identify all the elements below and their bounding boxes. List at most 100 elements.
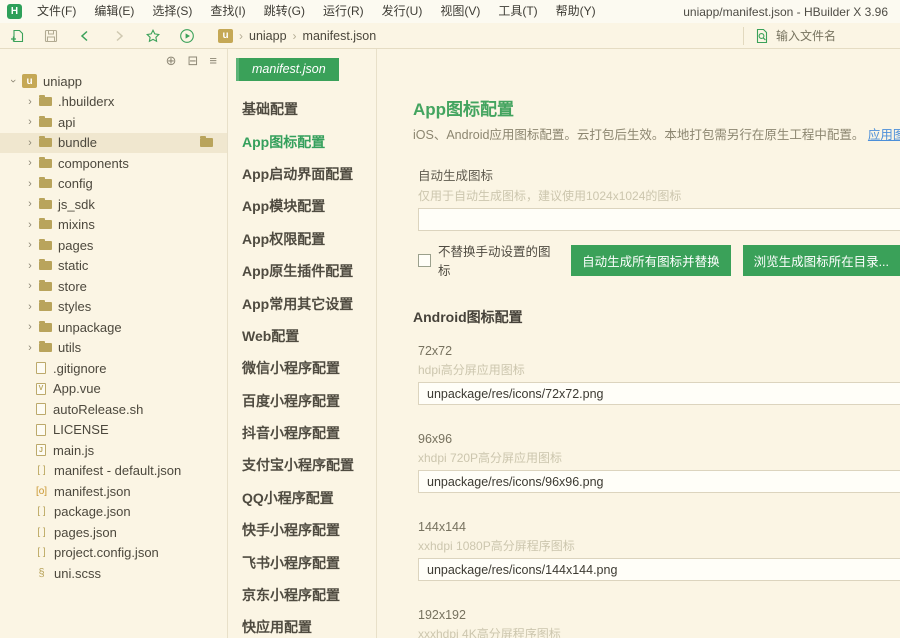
menu-item-select[interactable]: 选择(S) bbox=[143, 0, 201, 23]
chevron-right-icon[interactable]: › bbox=[25, 280, 35, 292]
tree-item-label: LICENSE bbox=[53, 422, 109, 437]
breadcrumb-file[interactable]: manifest.json bbox=[303, 29, 377, 43]
chevron-right-icon[interactable]: › bbox=[25, 321, 35, 333]
nav-item-qq-mp[interactable]: QQ小程序配置 bbox=[228, 482, 376, 514]
tree-item-uni-scss[interactable]: §uni.scss bbox=[0, 563, 227, 584]
tree-item-utils[interactable]: › utils bbox=[0, 338, 227, 359]
nav-item-kuaishou-mp[interactable]: 快手小程序配置 bbox=[228, 514, 376, 546]
menu-item-file[interactable]: 文件(F) bbox=[28, 0, 85, 23]
chevron-right-icon[interactable]: › bbox=[25, 198, 35, 210]
tree-item-label: pages bbox=[58, 238, 93, 253]
chevron-right-icon[interactable]: › bbox=[25, 116, 35, 128]
uniapp-project-icon: u bbox=[22, 74, 37, 88]
tree-item-mixins[interactable]: ›mixins bbox=[0, 215, 227, 236]
file-search-box[interactable] bbox=[743, 27, 896, 45]
menu-item-help[interactable]: 帮助(Y) bbox=[547, 0, 605, 23]
back-icon[interactable] bbox=[77, 28, 93, 44]
locate-file-icon[interactable]: ⊕ bbox=[166, 54, 177, 67]
icon-path-input-72x72[interactable] bbox=[418, 382, 900, 405]
forward-icon[interactable] bbox=[111, 28, 127, 44]
nav-item-base[interactable]: 基础配置 bbox=[228, 93, 376, 125]
nav-item-app-launch[interactable]: App启动界面配置 bbox=[228, 158, 376, 190]
chevron-right-icon[interactable]: › bbox=[25, 342, 35, 354]
tree-item-label: main.js bbox=[53, 443, 94, 458]
tree-item-styles[interactable]: ›styles bbox=[0, 297, 227, 318]
browse-icons-dir-button[interactable]: 浏览生成图标所在目录... bbox=[743, 245, 900, 276]
file-search-input[interactable] bbox=[776, 29, 896, 43]
tree-item-project-config-json[interactable]: [ ]project.config.json bbox=[0, 543, 227, 564]
menu-item-view[interactable]: 视图(V) bbox=[431, 0, 489, 23]
menu-item-publish[interactable]: 发行(U) bbox=[373, 0, 432, 23]
run-icon[interactable] bbox=[179, 28, 195, 44]
tab-manifest-json[interactable]: manifest.json bbox=[236, 58, 339, 81]
explorer-menu-icon[interactable]: ≡ bbox=[209, 54, 217, 67]
tree-item-main-js[interactable]: Jmain.js bbox=[0, 440, 227, 461]
nav-item-app-modules[interactable]: App模块配置 bbox=[228, 190, 376, 222]
tree-item-license[interactable]: LICENSE bbox=[0, 420, 227, 441]
chevron-down-icon[interactable]: › bbox=[7, 76, 19, 86]
chevron-right-icon[interactable]: › bbox=[25, 137, 35, 149]
favorite-star-icon[interactable] bbox=[145, 28, 161, 44]
json-file-icon: [ ] bbox=[35, 506, 48, 517]
tree-item-config[interactable]: ›config bbox=[0, 174, 227, 195]
nav-item-app-icons[interactable]: App图标配置 bbox=[228, 125, 376, 157]
icon-path-input-96x96[interactable] bbox=[418, 470, 900, 493]
tree-item-store[interactable]: ›store bbox=[0, 276, 227, 297]
auto-generate-source-input[interactable] bbox=[418, 208, 900, 231]
breadcrumb-project[interactable]: uniapp bbox=[249, 29, 287, 43]
tree-item-hbuilderx[interactable]: › .hbuilderx bbox=[0, 92, 227, 113]
tree-item-pages-json[interactable]: [ ]pages.json bbox=[0, 522, 227, 543]
chevron-right-icon[interactable]: › bbox=[25, 301, 35, 313]
chevron-right-icon[interactable]: › bbox=[25, 239, 35, 251]
tree-item-app-vue[interactable]: VApp.vue bbox=[0, 379, 227, 400]
nav-item-app-misc[interactable]: App常用其它设置 bbox=[228, 287, 376, 319]
chevron-right-icon[interactable]: › bbox=[25, 178, 35, 190]
tree-item-package-json[interactable]: [ ]package.json bbox=[0, 502, 227, 523]
nav-item-app-permissions[interactable]: App权限配置 bbox=[228, 223, 376, 255]
chevron-right-icon[interactable]: › bbox=[25, 260, 35, 272]
tree-item-manifest-default-json[interactable]: [ ]manifest - default.json bbox=[0, 461, 227, 482]
tree-item-pages[interactable]: › pages bbox=[0, 235, 227, 256]
nav-item-quickapp[interactable]: 快应用配置 bbox=[228, 611, 376, 638]
tree-item-label: static bbox=[58, 258, 88, 273]
nav-item-web[interactable]: Web配置 bbox=[228, 320, 376, 352]
icon-config-notes-link[interactable]: 应用图标配置注意事项 bbox=[868, 128, 900, 142]
tree-item-gitignore[interactable]: .gitignore bbox=[0, 358, 227, 379]
menu-item-run[interactable]: 运行(R) bbox=[314, 0, 373, 23]
menu-item-tools[interactable]: 工具(T) bbox=[489, 0, 546, 23]
tree-item-api[interactable]: ›api bbox=[0, 112, 227, 133]
chevron-right-icon[interactable]: › bbox=[25, 219, 35, 231]
nav-item-feishu-mp[interactable]: 飞书小程序配置 bbox=[228, 546, 376, 578]
menu-item-edit[interactable]: 编辑(E) bbox=[85, 0, 143, 23]
tree-item-uniapp-root[interactable]: › u uniapp bbox=[0, 71, 227, 92]
nav-item-alipay-mp[interactable]: 支付宝小程序配置 bbox=[228, 449, 376, 481]
menu-item-goto[interactable]: 跳转(G) bbox=[255, 0, 314, 23]
new-file-icon[interactable] bbox=[9, 28, 25, 44]
tree-item-label: uni.scss bbox=[54, 566, 101, 581]
tree-item-label: utils bbox=[58, 340, 81, 355]
nav-item-weixin-mp[interactable]: 微信小程序配置 bbox=[228, 352, 376, 384]
folder-icon bbox=[39, 138, 52, 147]
tree-item-js-sdk[interactable]: › js_sdk bbox=[0, 194, 227, 215]
chevron-right-icon[interactable]: › bbox=[25, 96, 35, 108]
tree-item-label: .hbuilderx bbox=[58, 94, 114, 109]
nav-item-baidu-mp[interactable]: 百度小程序配置 bbox=[228, 385, 376, 417]
nav-item-app-native-plugins[interactable]: App原生插件配置 bbox=[228, 255, 376, 287]
tree-item-label: js_sdk bbox=[58, 197, 95, 212]
nav-item-jd-mp[interactable]: 京东小程序配置 bbox=[228, 579, 376, 611]
tree-item-static[interactable]: › static bbox=[0, 256, 227, 277]
tree-item-bundle[interactable]: ›bundle bbox=[0, 133, 227, 154]
tree-item-autorelease-sh[interactable]: autoRelease.sh bbox=[0, 399, 227, 420]
menu-item-find[interactable]: 查找(I) bbox=[201, 0, 254, 23]
generate-all-icons-button[interactable]: 自动生成所有图标并替换 bbox=[571, 245, 731, 276]
nav-item-douyin-mp[interactable]: 抖音小程序配置 bbox=[228, 417, 376, 449]
tree-item-unpackage[interactable]: ›unpackage bbox=[0, 317, 227, 338]
tree-item-manifest-json[interactable]: [o]manifest.json bbox=[0, 481, 227, 502]
collapse-all-icon[interactable]: ⊟ bbox=[188, 54, 199, 67]
chevron-right-icon[interactable]: › bbox=[25, 157, 35, 169]
save-icon[interactable] bbox=[43, 28, 59, 44]
tree-item-components[interactable]: ›components bbox=[0, 153, 227, 174]
active-folder-icon bbox=[200, 138, 213, 147]
keep-manual-icons-checkbox[interactable] bbox=[418, 254, 431, 267]
icon-path-input-144x144[interactable] bbox=[418, 558, 900, 581]
